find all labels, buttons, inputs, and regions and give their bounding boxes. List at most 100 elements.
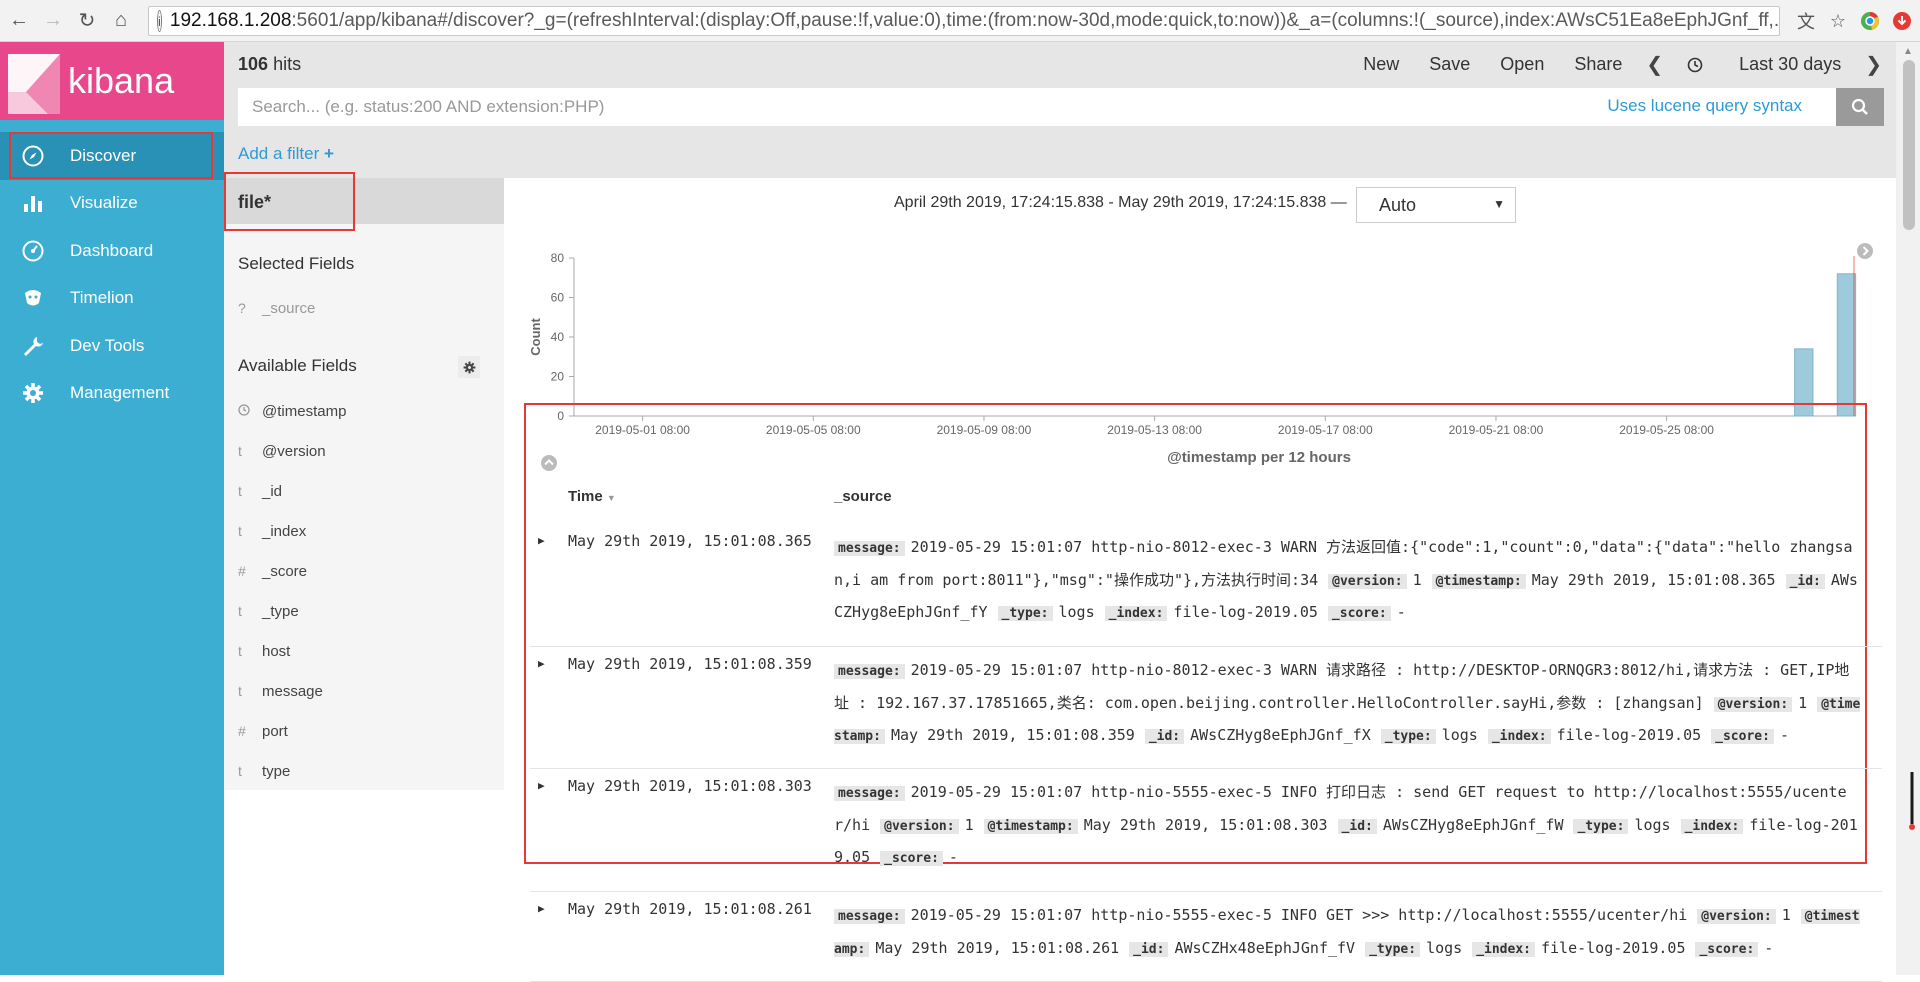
source-field-value: AWsCZHx48eEphJGnf_fV <box>1174 938 1356 957</box>
x-tick-label: 2019-05-17 08:00 <box>1278 423 1373 437</box>
field-type-icon: # <box>238 563 246 579</box>
field-item-type[interactable]: t type <box>238 756 290 786</box>
bar-chart-icon <box>20 190 46 216</box>
kibana-logo[interactable]: kibana <box>0 42 224 120</box>
column-header-time[interactable]: Time ▼ <box>568 488 616 505</box>
filter-bar: Add a filter + <box>224 128 1896 178</box>
hits-count: 106 <box>238 54 269 74</box>
field-item-score[interactable]: # _score <box>238 556 307 586</box>
source-field-key: message: <box>834 786 905 801</box>
source-field-key: @timestamp: <box>1431 573 1526 589</box>
source-field-value: May 29th 2019, 15:01:08.365 <box>1531 570 1776 589</box>
thermometer-icon <box>1909 772 1915 830</box>
chrome-extension-icon[interactable] <box>1856 7 1884 35</box>
source-field-value: - <box>1764 938 1774 957</box>
browser-actions: 文 ☆ <box>1792 6 1920 36</box>
available-fields-title: Available Fields <box>238 356 357 375</box>
lucene-syntax-link[interactable]: Uses lucene query syntax <box>1607 96 1816 116</box>
bookmark-star-icon[interactable]: ☆ <box>1824 7 1852 35</box>
field-type-icon: t <box>238 643 242 659</box>
field-settings-gear-icon[interactable] <box>458 356 480 378</box>
field-type-icon: t <box>238 763 242 779</box>
time-back-chevron-icon[interactable]: ❮ <box>1646 52 1663 77</box>
source-field-value: logs <box>1441 726 1478 744</box>
share-button[interactable]: Share <box>1574 54 1622 75</box>
time-forward-chevron-icon[interactable]: ❯ <box>1865 52 1882 77</box>
sort-desc-icon[interactable]: ▼ <box>607 493 616 503</box>
field-item-type-meta[interactable]: t _type <box>238 596 299 626</box>
field-name: _score <box>262 562 308 580</box>
y-axis-label: Count <box>528 318 543 356</box>
source-field-key: _score: <box>880 851 943 866</box>
search-placeholder: Search... (e.g. status:200 AND extension… <box>252 97 605 116</box>
x-axis-label: @timestamp per 12 hours <box>1167 449 1351 466</box>
field-sidebar: file* Selected Fields ? _source Availabl… <box>224 178 504 790</box>
selected-field-source[interactable]: ? _source <box>238 293 315 323</box>
table-row[interactable]: ▶ May 29th 2019, 15:01:08.303 message: 2019… <box>530 769 1882 892</box>
selected-fields-title: Selected Fields <box>238 254 355 273</box>
sidebar-item-timelion[interactable]: Timelion <box>0 275 224 323</box>
field-item-index[interactable]: t _index <box>238 516 306 546</box>
info-icon[interactable]: i <box>157 10 162 32</box>
field-type-icon: t <box>238 683 242 699</box>
source-field-key: _index: <box>1104 606 1168 621</box>
address-bar[interactable]: i 192.168.1.208:5601/app/kibana#/discove… <box>148 6 1780 36</box>
field-item-version[interactable]: t @version <box>238 436 326 466</box>
y-tick-label: 20 <box>551 370 565 384</box>
forward-icon[interactable]: → <box>38 6 68 36</box>
table-row[interactable]: ▶ May 29th 2019, 15:01:08.359 message: 2019… <box>530 647 1882 769</box>
home-icon[interactable]: ⌂ <box>106 6 136 36</box>
field-item-timestamp[interactable]: @timestamp <box>238 396 346 426</box>
sidebar-item-discover[interactable]: Discover <box>0 132 224 180</box>
search-input[interactable]: Search... (e.g. status:200 AND extension… <box>238 88 1838 126</box>
hits-label: hits <box>273 54 302 74</box>
row-source: message: 2019-05-29 15:01:07 http-nio-801… <box>834 655 1864 753</box>
source-field-key: _index: <box>1680 818 1744 834</box>
sidebar-item-dev-tools[interactable]: Dev Tools <box>0 322 224 370</box>
expand-row-icon[interactable]: ▶ <box>538 779 545 792</box>
sidebar-item-visualize[interactable]: Visualize <box>0 180 224 228</box>
expand-row-icon[interactable]: ▶ <box>538 534 545 547</box>
open-button[interactable]: Open <box>1500 54 1544 75</box>
scroll-thumb[interactable] <box>1903 60 1915 230</box>
back-icon[interactable]: ← <box>4 6 34 36</box>
field-item-message[interactable]: t message <box>238 676 323 706</box>
table-row[interactable]: ▶ May 29th 2019, 15:01:08.261 message: 2019… <box>530 892 1882 982</box>
source-field-key: _id: <box>1337 818 1377 834</box>
update-alert-icon[interactable] <box>1888 7 1916 35</box>
table-row[interactable]: ▶ May 29th 2019, 15:01:08.365 message: 2019… <box>530 524 1882 647</box>
search-icon <box>1851 98 1868 115</box>
compass-icon <box>20 143 46 169</box>
scroll-up-icon[interactable]: ▲ <box>1903 46 1913 57</box>
sidebar-item-management[interactable]: Management <box>0 370 224 418</box>
field-name: message <box>262 682 323 700</box>
field-item-port[interactable]: # port <box>238 716 288 746</box>
index-pattern-selector[interactable]: file* <box>224 178 504 224</box>
new-button[interactable]: New <box>1363 54 1399 75</box>
sidebar-item-label: Dashboard <box>70 240 154 260</box>
page-scrollbar[interactable]: ▲ <box>1896 42 1920 975</box>
field-name: _id <box>262 482 283 500</box>
expand-row-icon[interactable]: ▶ <box>538 657 545 670</box>
toggle-chart-icon[interactable] <box>540 454 558 472</box>
y-tick-label: 80 <box>551 251 565 265</box>
field-item-host[interactable]: t host <box>238 636 290 666</box>
source-field-value: - <box>1396 603 1406 621</box>
interval-select[interactable]: Auto ▼ <box>1356 187 1516 223</box>
source-field-key: _type: <box>997 606 1053 621</box>
time-picker-button[interactable]: Last 30 days <box>1687 54 1841 75</box>
collapse-chart-icon[interactable] <box>1856 242 1874 260</box>
sidebar-item-label: Visualize <box>70 193 138 213</box>
search-button[interactable] <box>1836 88 1884 126</box>
expand-row-icon[interactable]: ▶ <box>538 902 545 915</box>
source-field-value: 1 <box>1781 906 1791 924</box>
source-field-key: _id: <box>1785 573 1825 589</box>
sidebar-item-dashboard[interactable]: Dashboard <box>0 227 224 275</box>
field-item-id[interactable]: t _id <box>238 476 282 506</box>
add-filter-button[interactable]: Add a filter + <box>238 144 334 164</box>
field-name: @version <box>262 442 326 460</box>
translate-icon[interactable]: 文 <box>1792 7 1820 35</box>
source-field-value: - <box>1779 726 1789 744</box>
save-button[interactable]: Save <box>1429 54 1470 75</box>
reload-icon[interactable]: ↻ <box>72 6 102 36</box>
